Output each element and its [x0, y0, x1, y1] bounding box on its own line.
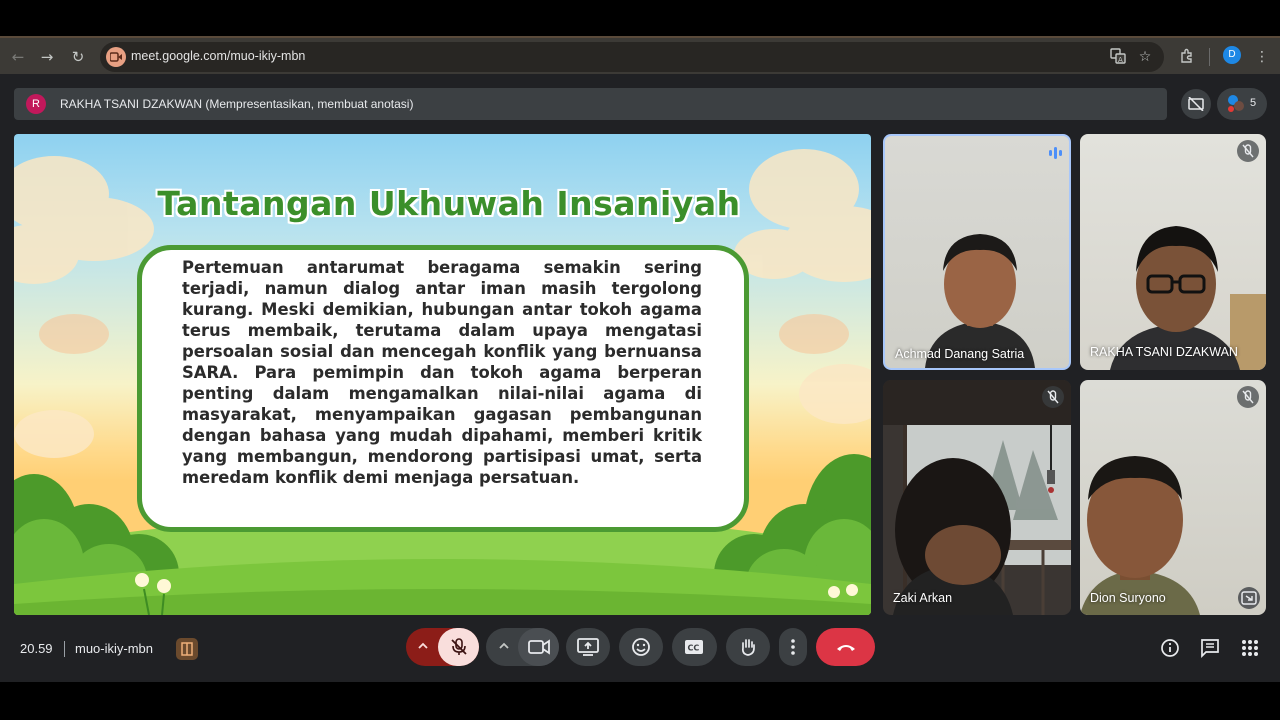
svg-text:A: A [1118, 56, 1123, 64]
camera-icon [528, 639, 550, 655]
address-bar[interactable]: meet.google.com/muo-ikiy-mbn A ☆ [100, 42, 1164, 72]
forward-icon[interactable]: → [36, 46, 58, 68]
presenter-label: RAKHA TSANI DZAKWAN (Mempresentasikan, m… [60, 97, 414, 111]
end-call-icon [837, 645, 855, 651]
toolbar-divider [1209, 48, 1210, 66]
participant-name: Achmad Danang Satria [895, 347, 1025, 361]
meet-window: ← → ↻ meet.google.com/muo-ikiy-mbn A ☆ D… [0, 36, 1280, 682]
mic-off-icon [1237, 140, 1259, 162]
participant-count: 5 [1250, 97, 1257, 109]
more-vert-icon [791, 639, 795, 655]
meeting-time: 20.59 [20, 641, 53, 656]
participants-button[interactable]: 5 [1217, 88, 1267, 120]
participant-tile[interactable]: Dion Suryono [1080, 380, 1266, 615]
browser-toolbar: ← → ↻ meet.google.com/muo-ikiy-mbn A ☆ D… [0, 36, 1280, 74]
meeting-room-icon[interactable] [176, 638, 198, 660]
microphone-toggle-button[interactable] [438, 628, 479, 666]
url-text: meet.google.com/muo-ikiy-mbn [131, 49, 306, 63]
emoji-icon [632, 638, 650, 656]
activities-grid-icon[interactable] [1239, 637, 1261, 659]
slide-text-card: Pertemuan antarumat beragama semakin ser… [137, 245, 749, 532]
present-screen-icon [577, 638, 599, 656]
speaking-indicator-icon [1044, 142, 1066, 164]
extensions-icon[interactable] [1178, 48, 1196, 66]
svg-text:CC: CC [688, 644, 700, 653]
divider [64, 641, 65, 657]
chevron-up-icon [418, 642, 428, 649]
camera-toggle-button[interactable] [518, 628, 559, 666]
closed-captions-icon: CC [685, 640, 703, 654]
participant-tile[interactable]: Zaki Arkan [883, 380, 1071, 615]
participant-video [1110, 226, 1266, 370]
reactions-button[interactable] [619, 628, 663, 666]
participant-video [925, 234, 1035, 368]
profile-avatar[interactable]: D [1223, 46, 1241, 64]
present-screen-button[interactable] [566, 628, 610, 666]
meeting-details-icon[interactable] [1159, 637, 1181, 659]
slide-body-text: Pertemuan antarumat beragama semakin ser… [182, 258, 702, 487]
captions-button[interactable]: CC [672, 628, 717, 666]
picture-in-picture-icon[interactable] [1238, 587, 1260, 609]
participant-tile[interactable]: RAKHA TSANI DZAKWAN [1080, 134, 1266, 370]
chevron-up-icon [499, 642, 509, 649]
raise-hand-icon [742, 639, 755, 656]
leave-call-button[interactable] [816, 628, 875, 666]
more-options-button[interactable] [779, 628, 807, 666]
participant-name: Dion Suryono [1090, 591, 1166, 605]
slide-title: Tantangan Ukhuwah Insaniyah [157, 184, 741, 223]
participant-name: RAKHA TSANI DZAKWAN [1090, 345, 1238, 359]
mic-off-icon [451, 638, 467, 655]
chat-icon[interactable] [1199, 637, 1221, 659]
presenter-avatar: R [26, 94, 46, 114]
participants-avatars-icon [1228, 95, 1244, 112]
raise-hand-button[interactable] [726, 628, 770, 666]
mic-off-icon [1042, 386, 1064, 408]
stop-presentation-view-button[interactable] [1181, 89, 1211, 119]
bookmark-star-icon[interactable]: ☆ [1136, 48, 1154, 66]
participant-tile[interactable]: Achmad Danang Satria [883, 134, 1071, 370]
participant-video [883, 380, 1071, 615]
back-icon[interactable]: ← [7, 46, 29, 68]
presentation-slide: Tantangan Ukhuwah Insaniyah Pertemuan an… [14, 134, 871, 615]
reload-icon[interactable]: ↻ [67, 46, 89, 68]
meeting-controls-bar: 20.59 muo-ikiy-mbn CC [0, 628, 1280, 668]
translate-icon[interactable]: A [1109, 48, 1127, 66]
presenter-banner: R RAKHA TSANI DZAKWAN (Mempresentasikan,… [14, 88, 1167, 120]
mic-off-icon [1237, 386, 1259, 408]
browser-menu-icon[interactable]: ⋮ [1253, 48, 1271, 66]
meet-site-icon[interactable] [106, 47, 126, 67]
participant-name: Zaki Arkan [893, 591, 953, 605]
meeting-code: muo-ikiy-mbn [75, 641, 154, 656]
participant-video [1080, 456, 1200, 615]
